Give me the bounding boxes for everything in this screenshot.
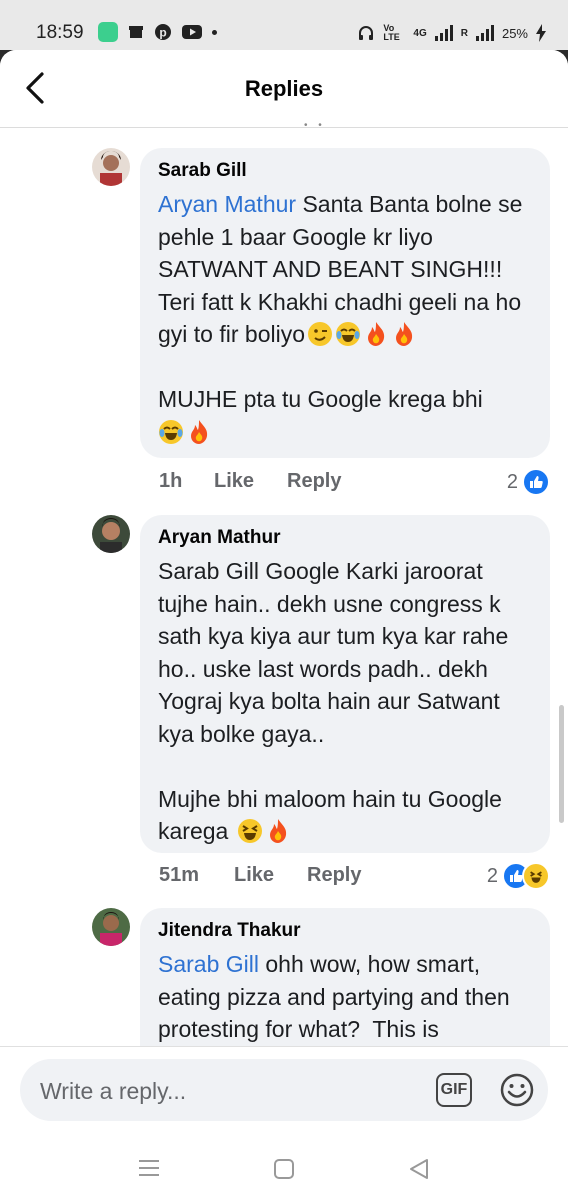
- comment-time: 1h: [159, 470, 183, 492]
- system-navigation-bar: [0, 1136, 568, 1200]
- replies-sheet: Replies • • Sarab Gill Aryan Mathur Sant…: [0, 50, 568, 1200]
- comment-bubble[interactable]: Aryan Mathur Sarab Gill Google Karki jar…: [140, 515, 550, 853]
- mention-link[interactable]: Aryan Mathur: [158, 191, 296, 217]
- like-button[interactable]: Like: [234, 864, 307, 887]
- home-icon[interactable]: [273, 1158, 295, 1180]
- system-status-icons: Vo LTE 4G R 25%: [357, 24, 546, 42]
- emoji-icon[interactable]: [498, 1071, 536, 1109]
- signal-icon-2: [475, 25, 494, 41]
- avatar[interactable]: [92, 148, 130, 186]
- reply-input[interactable]: [38, 1071, 422, 1111]
- fire-icon: [269, 819, 286, 843]
- comment-time: 51m: [159, 864, 200, 886]
- battery-level: 25%: [501, 25, 528, 41]
- mention-link[interactable]: Sarab Gill: [158, 951, 259, 977]
- more-notifications-dot: [212, 29, 217, 35]
- like-button[interactable]: Like: [214, 470, 287, 493]
- tears-of-joy-icon: [159, 419, 183, 444]
- recent-apps-icon[interactable]: [138, 1158, 160, 1178]
- reaction-summary[interactable]: 2: [487, 862, 550, 890]
- reply-input-container: GIF: [20, 1059, 548, 1121]
- reply-composer: GIF: [0, 1046, 568, 1137]
- status-bar: 18:59 p Vo LTE 4G R 25%: [0, 0, 568, 50]
- comment-text: Sarab Gill Google Karki jaroorat tujhe h…: [158, 555, 532, 848]
- tears-of-joy-icon: [336, 322, 361, 346]
- status-time: 18:59: [36, 22, 84, 43]
- comment-author[interactable]: Aryan Mathur: [158, 527, 532, 549]
- comment-text-part: MUJHE pta tu Google krega bhi: [158, 386, 483, 412]
- svg-text:p: p: [159, 26, 166, 40]
- scroll-hint: • •: [304, 120, 326, 131]
- headphones-icon: [359, 26, 374, 40]
- roaming-label: R: [460, 27, 468, 39]
- back-icon[interactable]: [408, 1158, 430, 1180]
- comment-author[interactable]: Jitendra Thakur: [158, 920, 532, 942]
- page-title: Replies: [244, 76, 324, 101]
- comment-text: Sarab Gill ohh wow, how smart, eating pi…: [158, 948, 532, 1046]
- comment-actions: 1h Like Reply: [159, 470, 341, 493]
- grinning-squinting-icon: [237, 819, 262, 843]
- pinterest-icon: p: [155, 24, 171, 40]
- youtube-icon: [182, 25, 202, 39]
- haha-reaction-icon: [522, 862, 550, 890]
- app-notification-icon: [98, 22, 118, 42]
- reply-button[interactable]: Reply: [307, 864, 361, 887]
- fire-icon: [368, 322, 385, 346]
- comment-actions: 51m Like Reply: [159, 864, 361, 887]
- reaction-count: 2: [506, 470, 518, 493]
- signal-icon-1: [434, 25, 453, 41]
- avatar[interactable]: [92, 515, 130, 553]
- scrollbar[interactable]: [559, 705, 564, 823]
- volte-label: Vo LTE: [383, 23, 400, 42]
- comment-bubble[interactable]: Sarab Gill Aryan Mathur Santa Banta boln…: [140, 148, 550, 458]
- reaction-summary[interactable]: 2: [507, 468, 550, 496]
- comment-text: Aryan Mathur Santa Banta bolne se pehle …: [158, 188, 532, 448]
- reaction-count: 2: [486, 864, 498, 887]
- fire-icon: [396, 322, 413, 346]
- header: Replies • •: [0, 50, 568, 131]
- notification-icons: p: [98, 22, 217, 42]
- fire-icon: [191, 419, 208, 444]
- gif-button[interactable]: GIF: [436, 1073, 472, 1107]
- store-icon: [129, 26, 143, 38]
- comment-text-part: Mujhe bhi maloom hain tu Google karega: [158, 785, 509, 845]
- comment-author[interactable]: Sarab Gill: [158, 160, 532, 182]
- avatar[interactable]: [92, 908, 130, 946]
- 4g-label: 4G: [413, 27, 427, 39]
- winking-face-icon: [308, 322, 333, 346]
- comment-text-part: Sarab Gill Google Karki jaroorat tujhe h…: [158, 558, 515, 747]
- like-reaction-icon: [522, 468, 550, 496]
- reply-button[interactable]: Reply: [287, 470, 341, 493]
- charging-icon: [536, 24, 546, 42]
